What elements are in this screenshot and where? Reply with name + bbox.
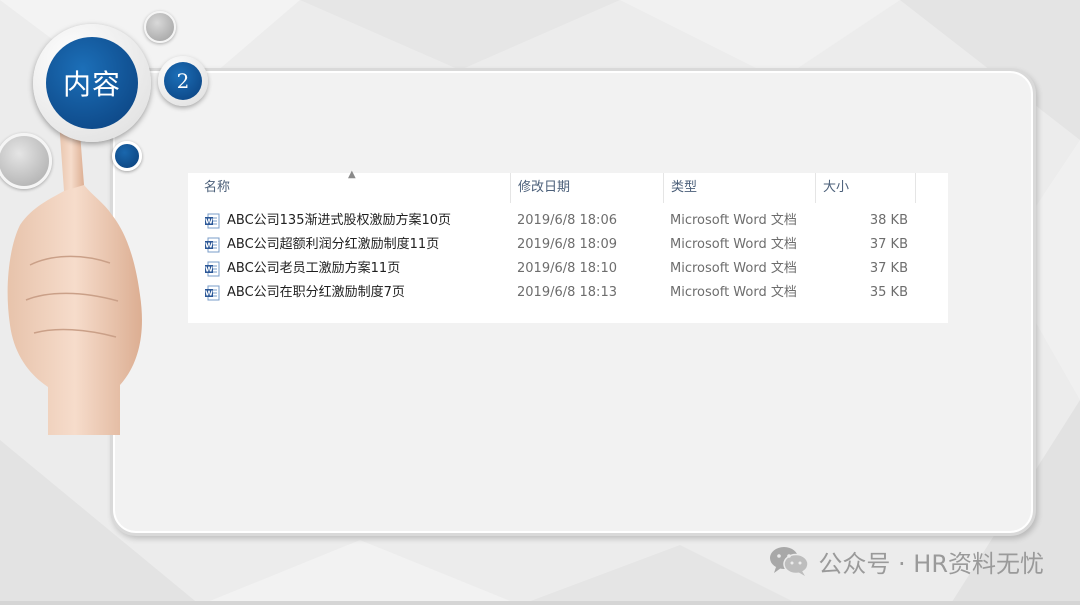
column-header-modified[interactable]: 修改日期 <box>510 173 663 203</box>
file-size: 37 KB <box>869 237 908 252</box>
section-number-badge: 2 <box>158 56 208 106</box>
file-modified: 2019/6/8 18:13 <box>517 285 617 300</box>
file-size: 38 KB <box>869 213 908 228</box>
decorative-grey-dot <box>144 11 176 43</box>
column-header-size[interactable]: 大小 <box>815 173 915 203</box>
file-row[interactable]: W ABC公司超额利润分红激励制度11页 2019/6/8 18:09 Micr… <box>188 233 948 257</box>
file-name: ABC公司老员工激励方案11页 <box>227 261 401 276</box>
watermark: 公众号 · HR资料无忧 <box>768 543 1044 579</box>
svg-text:W: W <box>205 290 213 298</box>
column-header-name[interactable]: 名称 <box>196 173 508 203</box>
column-header-type[interactable]: 类型 <box>663 173 815 203</box>
file-row[interactable]: W ABC公司在职分红激励制度7页 2019/6/8 18:13 Microso… <box>188 281 948 305</box>
file-size: 37 KB <box>869 261 908 276</box>
file-type: Microsoft Word 文档 <box>670 261 797 276</box>
column-divider[interactable] <box>915 173 916 203</box>
file-row[interactable]: W ABC公司老员工激励方案11页 2019/6/8 18:10 Microso… <box>188 257 948 281</box>
svg-text:W: W <box>205 266 213 274</box>
file-row[interactable]: W ABC公司135渐进式股权激励方案10页 2019/6/8 18:06 Mi… <box>188 209 948 233</box>
svg-text:W: W <box>205 218 213 226</box>
word-doc-icon: W <box>204 285 220 301</box>
section-badge-label: 内容 <box>46 37 138 129</box>
decorative-blue-dot <box>112 141 142 171</box>
word-doc-icon: W <box>204 213 220 229</box>
file-name: ABC公司超额利润分红激励制度11页 <box>227 237 440 252</box>
file-type: Microsoft Word 文档 <box>670 285 797 300</box>
file-modified: 2019/6/8 18:09 <box>517 237 617 252</box>
section-number: 2 <box>164 62 202 100</box>
watermark-text: 公众号 · HR资料无忧 <box>818 549 1044 578</box>
word-doc-icon: W <box>204 261 220 277</box>
file-explorer-panel: ▲ 名称 修改日期 类型 大小 W ABC公司135渐进式股权激励方案10页 2… <box>188 169 948 323</box>
file-name: ABC公司135渐进式股权激励方案10页 <box>227 213 452 228</box>
wechat-icon <box>768 545 810 577</box>
file-modified: 2019/6/8 18:10 <box>517 261 617 276</box>
svg-text:W: W <box>205 242 213 250</box>
file-type: Microsoft Word 文档 <box>670 237 797 252</box>
word-doc-icon: W <box>204 237 220 253</box>
section-badge: 内容 <box>33 24 151 142</box>
file-list: W ABC公司135渐进式股权激励方案10页 2019/6/8 18:06 Mi… <box>188 209 948 305</box>
column-header-row: ▲ 名称 修改日期 类型 大小 <box>188 169 948 203</box>
file-type: Microsoft Word 文档 <box>670 213 797 228</box>
file-modified: 2019/6/8 18:06 <box>517 213 617 228</box>
bottom-divider <box>0 601 1080 605</box>
file-size: 35 KB <box>869 285 908 300</box>
file-name: ABC公司在职分红激励制度7页 <box>227 285 405 300</box>
